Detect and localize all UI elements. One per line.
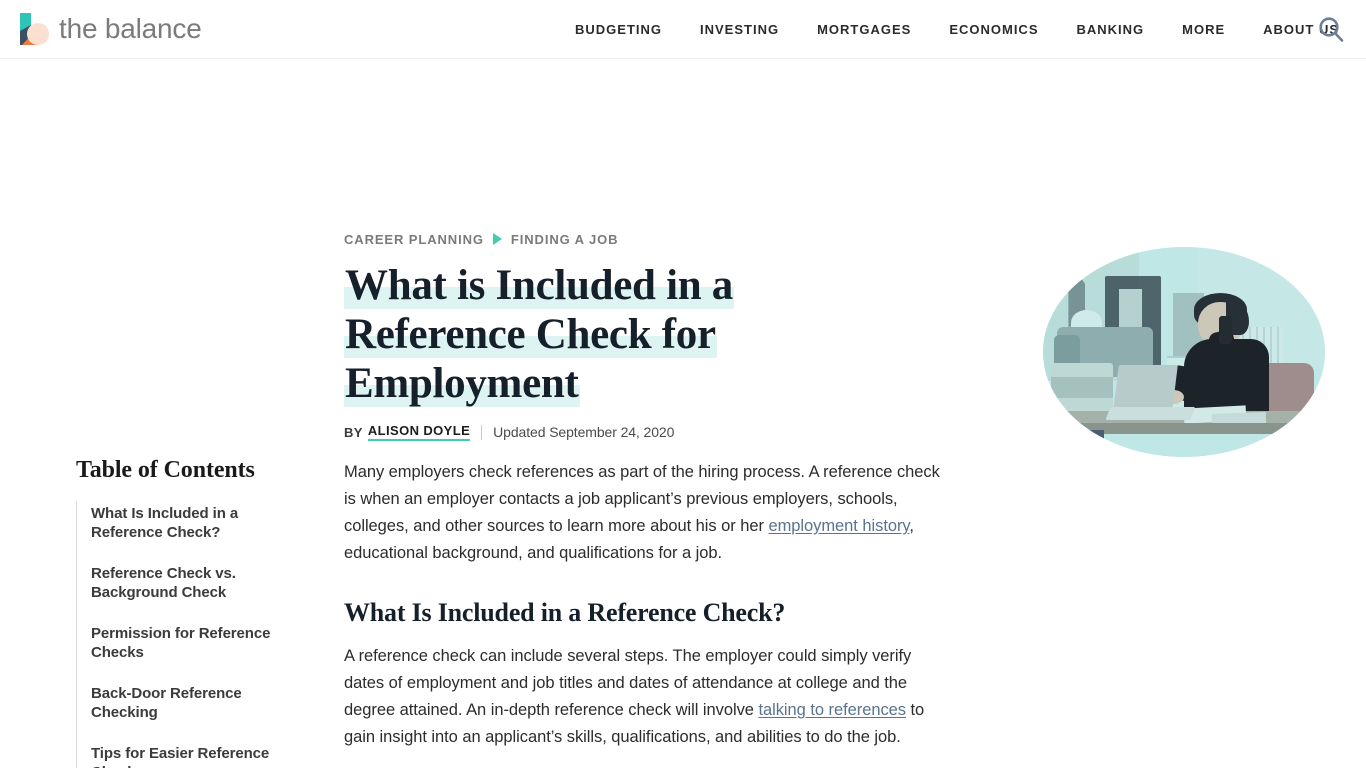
breadcrumb: CAREER PLANNING FINDING A JOB bbox=[344, 231, 948, 247]
link-employment-history[interactable]: employment history bbox=[768, 517, 909, 535]
toc-list: What Is Included in a Reference Check? R… bbox=[76, 501, 326, 768]
hero-scene bbox=[1043, 247, 1325, 457]
toc-link-2[interactable]: Reference Check vs. Background Check bbox=[91, 564, 286, 602]
search-button[interactable] bbox=[1310, 9, 1352, 51]
page-title: What is Included in a Reference Check fo… bbox=[344, 261, 774, 408]
three-dots-badge-icon bbox=[1060, 430, 1104, 449]
site-header: the balance BUDGETING INVESTING MORTGAGE… bbox=[0, 0, 1366, 59]
byline-author-link[interactable]: ALISON DOYLE bbox=[367, 423, 471, 441]
list-item: What Is Included in a Reference Check? bbox=[91, 504, 326, 542]
byline: BY ALISON DOYLE Updated September 24, 20… bbox=[344, 423, 948, 441]
list-item: Permission for Reference Checks bbox=[91, 624, 326, 662]
list-item: Back-Door Reference Checking bbox=[91, 684, 326, 722]
nav-investing[interactable]: INVESTING bbox=[681, 0, 798, 59]
nav-budgeting[interactable]: BUDGETING bbox=[556, 0, 681, 59]
nav-economics[interactable]: ECONOMICS bbox=[930, 0, 1057, 59]
main-navigation: BUDGETING INVESTING MORTGAGES ECONOMICS … bbox=[556, 0, 1358, 59]
headline-text: What is Included in a Reference Check fo… bbox=[344, 262, 734, 407]
list-item: Reference Check vs. Background Check bbox=[91, 564, 326, 602]
byline-by-label: BY bbox=[344, 424, 363, 440]
list-item: Tips for Easier Reference Checks bbox=[91, 744, 326, 768]
toc-link-5[interactable]: Tips for Easier Reference Checks bbox=[91, 744, 286, 768]
section-heading: What Is Included in a Reference Check? bbox=[344, 598, 786, 627]
byline-updated-date: Updated September 24, 2020 bbox=[493, 424, 675, 440]
section-paragraph: A reference check can include several st… bbox=[344, 643, 948, 751]
breadcrumb-parent[interactable]: CAREER PLANNING bbox=[344, 232, 484, 247]
hero-image-circle bbox=[1043, 247, 1325, 457]
triangle-right-icon bbox=[492, 233, 502, 245]
brand-name: the balance bbox=[59, 13, 202, 44]
toc-link-1[interactable]: What Is Included in a Reference Check? bbox=[91, 504, 286, 542]
search-icon bbox=[1319, 17, 1344, 42]
site-logo-link[interactable]: the balance bbox=[16, 11, 202, 47]
toc-link-4[interactable]: Back-Door Reference Checking bbox=[91, 684, 286, 722]
nav-mortgages[interactable]: MORTGAGES bbox=[798, 0, 930, 59]
toc-link-3[interactable]: Permission for Reference Checks bbox=[91, 624, 286, 662]
nav-more[interactable]: MORE bbox=[1163, 0, 1244, 59]
toc-title: Table of Contents bbox=[76, 457, 255, 483]
breadcrumb-child[interactable]: FINDING A JOB bbox=[511, 232, 619, 247]
balance-logo-icon bbox=[16, 11, 50, 47]
hero-image bbox=[1043, 247, 1325, 457]
page-body: Table of Contents What Is Included in a … bbox=[0, 59, 1366, 768]
link-talking-to-references[interactable]: talking to references bbox=[758, 701, 906, 719]
byline-divider bbox=[481, 424, 483, 440]
article: CAREER PLANNING FINDING A JOB What is In… bbox=[344, 231, 948, 768]
intro-paragraph: Many employers check references as part … bbox=[344, 459, 948, 567]
nav-banking[interactable]: BANKING bbox=[1057, 0, 1163, 59]
table-of-contents: Table of Contents What Is Included in a … bbox=[76, 457, 326, 768]
